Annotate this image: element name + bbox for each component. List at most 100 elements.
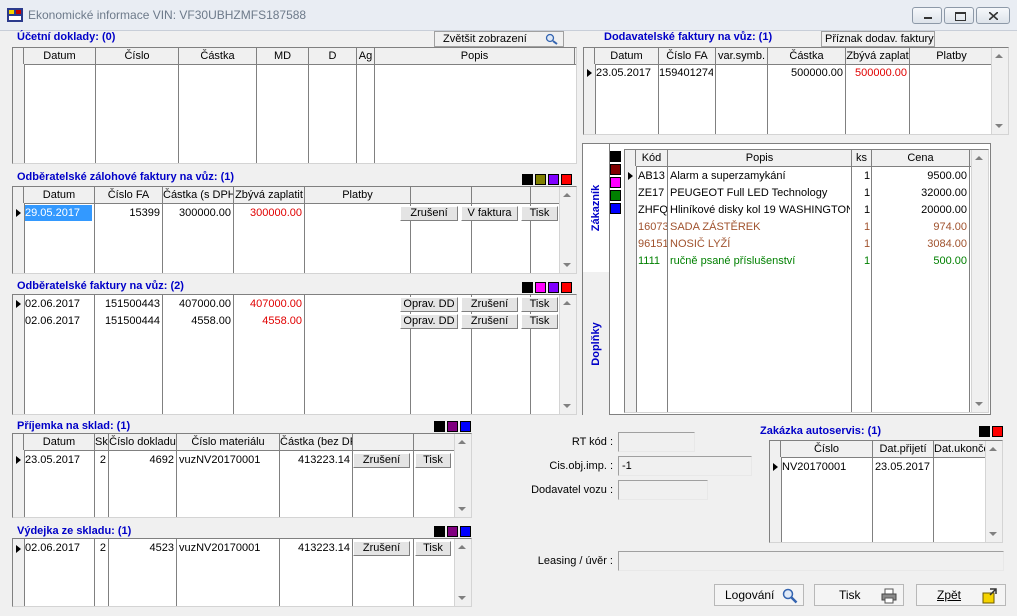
item-kod[interactable]: ZHFQ	[638, 202, 667, 218]
zakazka-grid[interactable]: Číslo Dat.přijetí Dat.ukončen NV20170001…	[769, 440, 1003, 543]
col-cislo[interactable]: Číslo	[781, 441, 873, 457]
col-zbyva[interactable]: Zbývá zaplat	[846, 48, 910, 64]
odb-oprav-button[interactable]: Oprav. DD	[400, 297, 458, 312]
color-swatch-black[interactable]	[610, 151, 621, 162]
col-kod[interactable]: Kód	[636, 150, 668, 166]
col-datum[interactable]: Datum	[24, 434, 95, 450]
color-swatch-purple[interactable]	[548, 282, 559, 293]
col-sklad[interactable]: Sklad	[95, 434, 109, 450]
pri-sklad[interactable]: 2	[95, 452, 106, 468]
col-ag[interactable]: Ag	[357, 48, 375, 64]
close-button[interactable]	[976, 7, 1010, 24]
dod-scrollbar[interactable]	[991, 48, 1008, 134]
item-kod[interactable]: AB13	[638, 168, 667, 184]
col-cislo-fa[interactable]: Číslo FA	[95, 187, 163, 203]
item-ks[interactable]: 1	[864, 185, 872, 201]
pri-zruseni-button[interactable]: Zrušení	[353, 453, 410, 468]
color-swatch-black[interactable]	[434, 421, 445, 432]
odb-zbyva[interactable]: 407000.00	[234, 296, 302, 312]
col-popis[interactable]: Popis	[668, 150, 852, 166]
odb-tisk-button[interactable]: Tisk	[521, 314, 558, 329]
odb-cislo[interactable]: 151500443	[95, 296, 160, 312]
item-ks[interactable]: 1	[864, 253, 872, 269]
item-ks[interactable]: 1	[864, 236, 872, 252]
zakaznik-scrollbar[interactable]	[971, 150, 988, 412]
color-swatch-black[interactable]	[522, 174, 533, 185]
cis-obj-field[interactable]: -1	[618, 456, 752, 476]
color-swatch-black[interactable]	[522, 282, 533, 293]
item-popis[interactable]: NOSIČ LYŽÍ	[670, 236, 850, 252]
color-swatch-black[interactable]	[979, 426, 990, 437]
odb-datum[interactable]: 02.06.2017	[25, 313, 92, 329]
zal-zbyva[interactable]: 300000.00	[234, 205, 302, 221]
odb-zruseni-button[interactable]: Zrušení	[461, 314, 518, 329]
col-popis[interactable]: Popis	[375, 48, 575, 64]
zoom-button[interactable]: Zvětšit zobrazení	[434, 31, 564, 47]
color-swatch-red[interactable]	[561, 174, 572, 185]
col-castka[interactable]: Částka	[179, 48, 257, 64]
vyd-zruseni-button[interactable]: Zrušení	[353, 541, 410, 556]
col-cislo[interactable]: Číslo	[96, 48, 179, 64]
color-swatch-magenta[interactable]	[610, 177, 621, 188]
zak-prijeti[interactable]: 23.05.2017	[866, 459, 930, 475]
odb-scrollbar[interactable]	[559, 295, 576, 414]
item-cena[interactable]: 9500.00	[872, 168, 967, 184]
pri-material[interactable]: vuzNV20170001	[179, 452, 277, 468]
item-ks[interactable]: 1	[864, 202, 872, 218]
odb-oprav-button[interactable]: Oprav. DD	[400, 314, 458, 329]
flag-button[interactable]: Příznak dodav. faktury	[821, 31, 935, 47]
col-d[interactable]: D	[309, 48, 357, 64]
item-ks[interactable]: 1	[864, 219, 872, 235]
zal-vfaktura-button[interactable]: V faktura	[461, 206, 518, 221]
odb-datum[interactable]: 02.06.2017	[25, 296, 92, 312]
zak-scrollbar[interactable]	[985, 441, 1002, 542]
ucetni-grid[interactable]: Datum Číslo Částka MD D Ag Popis	[12, 47, 577, 164]
zak-ukonceni[interactable]	[936, 459, 986, 475]
col-cislo-materialu[interactable]: Číslo materiálu	[177, 434, 280, 450]
col-datum[interactable]: Datum	[595, 48, 659, 64]
pri-datum[interactable]: 23.05.2017	[25, 452, 93, 468]
prijemka-grid[interactable]: Datum Sklad Číslo dokladu Číslo materiál…	[12, 433, 472, 518]
pri-castka[interactable]: 413223.14	[280, 452, 350, 468]
col-platby[interactable]: Platby	[305, 187, 411, 203]
color-swatch-blue[interactable]	[460, 526, 471, 537]
item-cena[interactable]: 3084.00	[872, 236, 967, 252]
vyd-datum[interactable]: 02.06.2017	[25, 540, 93, 556]
color-swatch-red[interactable]	[992, 426, 1003, 437]
col-cislo-fa[interactable]: Číslo FA	[659, 48, 716, 64]
dod-zbyva[interactable]: 500000.00	[846, 65, 907, 81]
zakaznik-grid[interactable]: Kód Popis ks Cena AB13 Alarm a superzamy…	[624, 149, 989, 413]
odb-castka[interactable]: 407000.00	[163, 296, 231, 312]
zalohove-grid[interactable]: Datum Číslo FA Částka (s DPH Zbývá zapla…	[12, 186, 577, 274]
color-swatch-purple[interactable]	[447, 421, 458, 432]
odb-castka[interactable]: 4558.00	[163, 313, 231, 329]
logovani-button[interactable]: Logování	[714, 584, 804, 606]
zal-castka[interactable]: 300000.00	[163, 205, 231, 221]
minimize-button[interactable]	[912, 7, 942, 24]
zal-datum[interactable]: 29.05.2017	[25, 205, 92, 221]
col-var-symb[interactable]: var.symb.	[716, 48, 768, 64]
item-kod[interactable]: 96151	[638, 236, 667, 252]
col-castka[interactable]: Částka (s DPH	[163, 187, 234, 203]
zpet-button[interactable]: Zpět	[916, 584, 1006, 606]
odb-zbyva[interactable]: 4558.00	[234, 313, 302, 329]
dodavatelske-grid[interactable]: Datum Číslo FA var.symb. Částka Zbývá za…	[583, 47, 1009, 135]
item-popis[interactable]: PEUGEOT Full LED Technology	[670, 185, 850, 201]
item-ks[interactable]: 1	[864, 168, 872, 184]
col-castka[interactable]: Částka	[768, 48, 846, 64]
color-swatch-green[interactable]	[610, 190, 621, 201]
item-kod[interactable]: 1111	[638, 253, 667, 269]
dodavatel-field[interactable]	[618, 480, 708, 500]
color-swatch-red[interactable]	[561, 282, 572, 293]
col-zbyva[interactable]: Zbývá zaplatit	[234, 187, 305, 203]
vyd-sklad[interactable]: 2	[95, 540, 106, 556]
zal-tisk-button[interactable]: Tisk	[521, 206, 558, 221]
color-swatch-purple[interactable]	[548, 174, 559, 185]
item-cena[interactable]: 20000.00	[872, 202, 967, 218]
color-swatch-maroon[interactable]	[610, 164, 621, 175]
item-cena[interactable]: 500.00	[872, 253, 967, 269]
item-cena[interactable]: 974.00	[872, 219, 967, 235]
maximize-button[interactable]	[944, 7, 974, 24]
col-castka[interactable]: Částka (bez DP	[280, 434, 353, 450]
col-cislo-dokladu[interactable]: Číslo dokladu	[109, 434, 177, 450]
